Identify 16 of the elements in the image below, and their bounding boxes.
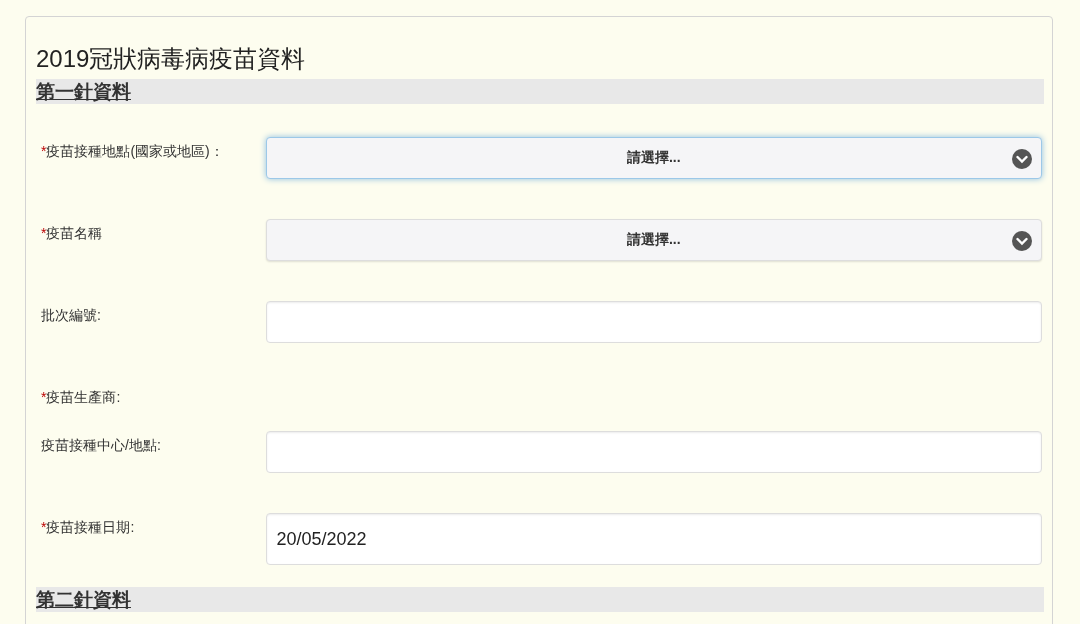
chevron-down-icon [1012, 149, 1032, 169]
section-heading: 第一針資料 [36, 80, 131, 104]
select-field[interactable]: 請選擇... [265, 137, 1042, 179]
select-field[interactable]: 請選擇... [265, 219, 1042, 261]
input-field[interactable] [265, 301, 1042, 343]
field-label: *疫苗名稱 [40, 224, 104, 243]
input-field[interactable] [265, 431, 1042, 473]
chevron-down-icon [1012, 231, 1032, 251]
field-label: *疫苗生產商: [40, 388, 122, 407]
field-label: *疫苗接種日期: [40, 518, 136, 537]
date-field[interactable]: 20/05/2022 [265, 513, 1042, 565]
page-title: 2019冠狀病毒病疫苗資料 [36, 44, 307, 74]
section-heading: 第二針資料 [36, 588, 131, 612]
field-label: 批次編號: [40, 306, 102, 325]
field-label: 疫苗接種中心/地點: [40, 436, 162, 455]
field-label: *疫苗接種地點(國家或地區)： [40, 142, 225, 161]
